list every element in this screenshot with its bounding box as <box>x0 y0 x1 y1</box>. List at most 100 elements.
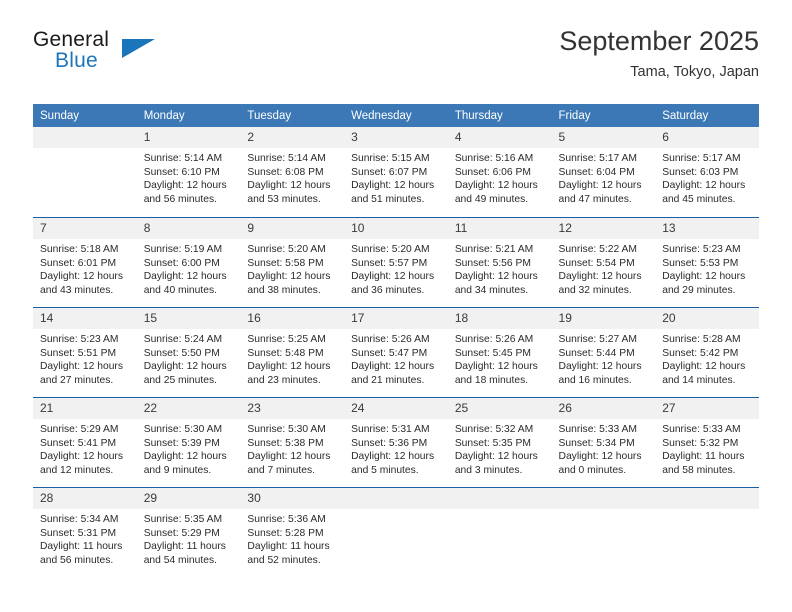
calendar-day-cell[interactable]: 23 Sunrise: 5:30 AM Sunset: 5:38 PM Dayligh… <box>240 397 345 487</box>
day-cell-inner: 20 Sunrise: 5:28 AM Sunset: 5:42 PM Dayligh… <box>655 307 759 397</box>
calendar-day-cell[interactable]: 26 Sunrise: 5:33 AM Sunset: 5:34 PM Dayligh… <box>551 397 656 487</box>
daylight-text: Daylight: 12 hours and 53 minutes. <box>247 180 331 205</box>
day-number: 10 <box>344 218 448 239</box>
calendar-day-cell[interactable]: 4 Sunrise: 5:16 AM Sunset: 6:06 PM Daylight… <box>447 127 552 217</box>
general-blue-logo[interactable]: General Blue <box>33 28 213 84</box>
day-cell-inner: 3 Sunrise: 5:15 AM Sunset: 6:07 PM Daylight… <box>344 127 448 217</box>
calendar-day-cell[interactable]: 18 Sunrise: 5:26 AM Sunset: 5:45 PM Dayligh… <box>447 307 552 397</box>
sunrise-text: Sunrise: 5:16 AM <box>454 153 534 164</box>
calendar-day-cell[interactable]: 8 Sunrise: 5:19 AM Sunset: 6:00 PM Daylight… <box>136 217 241 307</box>
day-cell-inner: 13 Sunrise: 5:23 AM Sunset: 5:53 PM Dayligh… <box>655 217 759 307</box>
sunrise-text: Sunrise: 5:23 AM <box>662 244 741 255</box>
daylight-text: Daylight: 12 hours and 9 minutes. <box>143 451 227 476</box>
day-details: Sunrise: 5:23 AM Sunset: 5:51 PM Daylight:… <box>33 329 137 387</box>
calendar-day-cell[interactable] <box>33 127 137 217</box>
calendar-day-cell[interactable] <box>551 487 656 577</box>
day-number: 29 <box>136 488 241 509</box>
day-number: 15 <box>136 308 241 329</box>
daylight-text: Daylight: 12 hours and 34 minutes. <box>454 271 538 296</box>
calendar-week-row: 28 Sunrise: 5:34 AM Sunset: 5:31 PM Dayligh… <box>33 487 759 577</box>
calendar-day-cell[interactable]: 10 Sunrise: 5:20 AM Sunset: 5:57 PM Dayligh… <box>344 217 448 307</box>
daylight-text: Daylight: 12 hours and 40 minutes. <box>143 271 227 296</box>
daylight-text: Daylight: 12 hours and 3 minutes. <box>454 451 538 476</box>
day-cell-inner <box>447 487 552 577</box>
day-number: 12 <box>551 218 656 239</box>
sunrise-text: Sunrise: 5:14 AM <box>143 153 223 164</box>
sunset-text: Sunset: 6:07 PM <box>351 166 428 178</box>
calendar-day-cell[interactable]: 15 Sunrise: 5:24 AM Sunset: 5:50 PM Dayligh… <box>136 307 241 397</box>
day-cell-inner: 24 Sunrise: 5:31 AM Sunset: 5:36 PM Dayligh… <box>344 397 448 487</box>
calendar-day-cell[interactable]: 19 Sunrise: 5:27 AM Sunset: 5:44 PM Dayligh… <box>551 307 656 397</box>
calendar-day-cell[interactable]: 21 Sunrise: 5:29 AM Sunset: 5:41 PM Dayligh… <box>33 397 137 487</box>
day-details: Sunrise: 5:35 AM Sunset: 5:29 PM Daylight:… <box>137 509 241 567</box>
day-details: Sunrise: 5:21 AM Sunset: 5:56 PM Daylight:… <box>448 239 552 297</box>
calendar-day-cell[interactable]: 25 Sunrise: 5:32 AM Sunset: 5:35 PM Dayligh… <box>447 397 552 487</box>
weekday-header-saturday: Saturday <box>655 104 759 127</box>
day-number: 11 <box>447 218 552 239</box>
daylight-text: Daylight: 12 hours and 43 minutes. <box>40 271 123 296</box>
calendar-header-row: Sunday Monday Tuesday Wednesday Thursday Frid… <box>33 104 759 127</box>
day-cell-inner: 21 Sunrise: 5:29 AM Sunset: 5:41 PM Dayligh… <box>33 397 137 487</box>
day-details: Sunrise: 5:14 AM Sunset: 6:08 PM Daylight:… <box>240 148 344 206</box>
daylight-text: Daylight: 12 hours and 47 minutes. <box>558 180 642 205</box>
calendar-day-cell[interactable]: 9 Sunrise: 5:20 AM Sunset: 5:58 PM Daylight… <box>240 217 345 307</box>
sunset-text: Sunset: 5:50 PM <box>143 347 220 359</box>
calendar-day-cell[interactable]: 27 Sunrise: 5:33 AM Sunset: 5:32 PM Dayligh… <box>655 397 759 487</box>
sunrise-text: Sunrise: 5:30 AM <box>247 424 326 435</box>
sunrise-text: Sunrise: 5:28 AM <box>662 334 741 345</box>
day-details: Sunrise: 5:20 AM Sunset: 5:58 PM Daylight:… <box>240 239 344 297</box>
day-number <box>33 127 137 148</box>
calendar-day-cell[interactable]: 28 Sunrise: 5:34 AM Sunset: 5:31 PM Dayligh… <box>33 487 137 577</box>
sunrise-text: Sunrise: 5:25 AM <box>247 334 326 345</box>
logo-triangle-icon <box>122 39 155 58</box>
day-number <box>447 488 552 509</box>
calendar-day-cell[interactable]: 11 Sunrise: 5:21 AM Sunset: 5:56 PM Dayligh… <box>447 217 552 307</box>
calendar-day-cell[interactable]: 14 Sunrise: 5:23 AM Sunset: 5:51 PM Dayligh… <box>33 307 137 397</box>
calendar-day-cell[interactable]: 20 Sunrise: 5:28 AM Sunset: 5:42 PM Dayligh… <box>655 307 759 397</box>
calendar-day-cell[interactable]: 5 Sunrise: 5:17 AM Sunset: 6:04 PM Daylight… <box>551 127 656 217</box>
calendar-day-cell[interactable] <box>447 487 552 577</box>
calendar-day-cell[interactable]: 29 Sunrise: 5:35 AM Sunset: 5:29 PM Dayligh… <box>136 487 241 577</box>
page-subtitle: Tama, Tokyo, Japan <box>630 64 759 80</box>
day-number: 6 <box>655 127 759 148</box>
day-number: 26 <box>551 398 656 419</box>
sunrise-text: Sunrise: 5:18 AM <box>40 244 119 255</box>
day-details: Sunrise: 5:28 AM Sunset: 5:42 PM Daylight:… <box>655 329 759 387</box>
sunrise-text: Sunrise: 5:36 AM <box>247 514 326 525</box>
sunrise-sunset-calendar: Sunday Monday Tuesday Wednesday Thursday Frid… <box>33 104 759 577</box>
calendar-day-cell[interactable]: 6 Sunrise: 5:17 AM Sunset: 6:03 PM Daylight… <box>655 127 759 217</box>
calendar-day-cell[interactable]: 1 Sunrise: 5:14 AM Sunset: 6:10 PM Daylight… <box>136 127 241 217</box>
sunrise-text: Sunrise: 5:29 AM <box>40 424 119 435</box>
day-cell-inner: 12 Sunrise: 5:22 AM Sunset: 5:54 PM Dayligh… <box>551 217 656 307</box>
sunset-text: Sunset: 5:48 PM <box>247 347 324 359</box>
day-cell-inner: 8 Sunrise: 5:19 AM Sunset: 6:00 PM Daylight… <box>136 217 241 307</box>
calendar-day-cell[interactable]: 30 Sunrise: 5:36 AM Sunset: 5:28 PM Dayligh… <box>240 487 345 577</box>
daylight-text: Daylight: 12 hours and 51 minutes. <box>351 180 435 205</box>
daylight-text: Daylight: 12 hours and 23 minutes. <box>247 361 331 386</box>
calendar-day-cell[interactable]: 22 Sunrise: 5:30 AM Sunset: 5:39 PM Dayligh… <box>136 397 241 487</box>
daylight-text: Daylight: 12 hours and 7 minutes. <box>247 451 331 476</box>
sunset-text: Sunset: 5:29 PM <box>143 527 220 539</box>
calendar-day-cell[interactable]: 13 Sunrise: 5:23 AM Sunset: 5:53 PM Dayligh… <box>655 217 759 307</box>
calendar-day-cell[interactable]: 7 Sunrise: 5:18 AM Sunset: 6:01 PM Daylight… <box>33 217 137 307</box>
daylight-text: Daylight: 12 hours and 38 minutes. <box>247 271 331 296</box>
sunset-text: Sunset: 6:06 PM <box>454 166 531 178</box>
sunrise-text: Sunrise: 5:21 AM <box>454 244 534 255</box>
day-cell-inner: 30 Sunrise: 5:36 AM Sunset: 5:28 PM Dayligh… <box>240 487 345 577</box>
calendar-day-cell[interactable] <box>655 487 759 577</box>
day-details: Sunrise: 5:19 AM Sunset: 6:00 PM Daylight:… <box>137 239 241 297</box>
calendar-day-cell[interactable]: 2 Sunrise: 5:14 AM Sunset: 6:08 PM Daylight… <box>240 127 345 217</box>
calendar-day-cell[interactable]: 17 Sunrise: 5:26 AM Sunset: 5:47 PM Dayligh… <box>344 307 448 397</box>
sunset-text: Sunset: 5:45 PM <box>454 347 531 359</box>
sunrise-text: Sunrise: 5:33 AM <box>662 424 741 435</box>
weekday-header-row: Sunday Monday Tuesday Wednesday Thursday Frid… <box>33 104 759 127</box>
calendar-day-cell[interactable]: 24 Sunrise: 5:31 AM Sunset: 5:36 PM Dayligh… <box>344 397 448 487</box>
day-cell-inner: 23 Sunrise: 5:30 AM Sunset: 5:38 PM Dayligh… <box>240 397 345 487</box>
calendar-day-cell[interactable]: 12 Sunrise: 5:22 AM Sunset: 5:54 PM Dayligh… <box>551 217 656 307</box>
sunset-text: Sunset: 5:57 PM <box>351 257 428 269</box>
daylight-text: Daylight: 12 hours and 21 minutes. <box>351 361 435 386</box>
calendar-day-cell[interactable] <box>344 487 448 577</box>
calendar-day-cell[interactable]: 3 Sunrise: 5:15 AM Sunset: 6:07 PM Daylight… <box>344 127 448 217</box>
calendar-day-cell[interactable]: 16 Sunrise: 5:25 AM Sunset: 5:48 PM Dayligh… <box>240 307 345 397</box>
day-cell-inner <box>551 487 656 577</box>
